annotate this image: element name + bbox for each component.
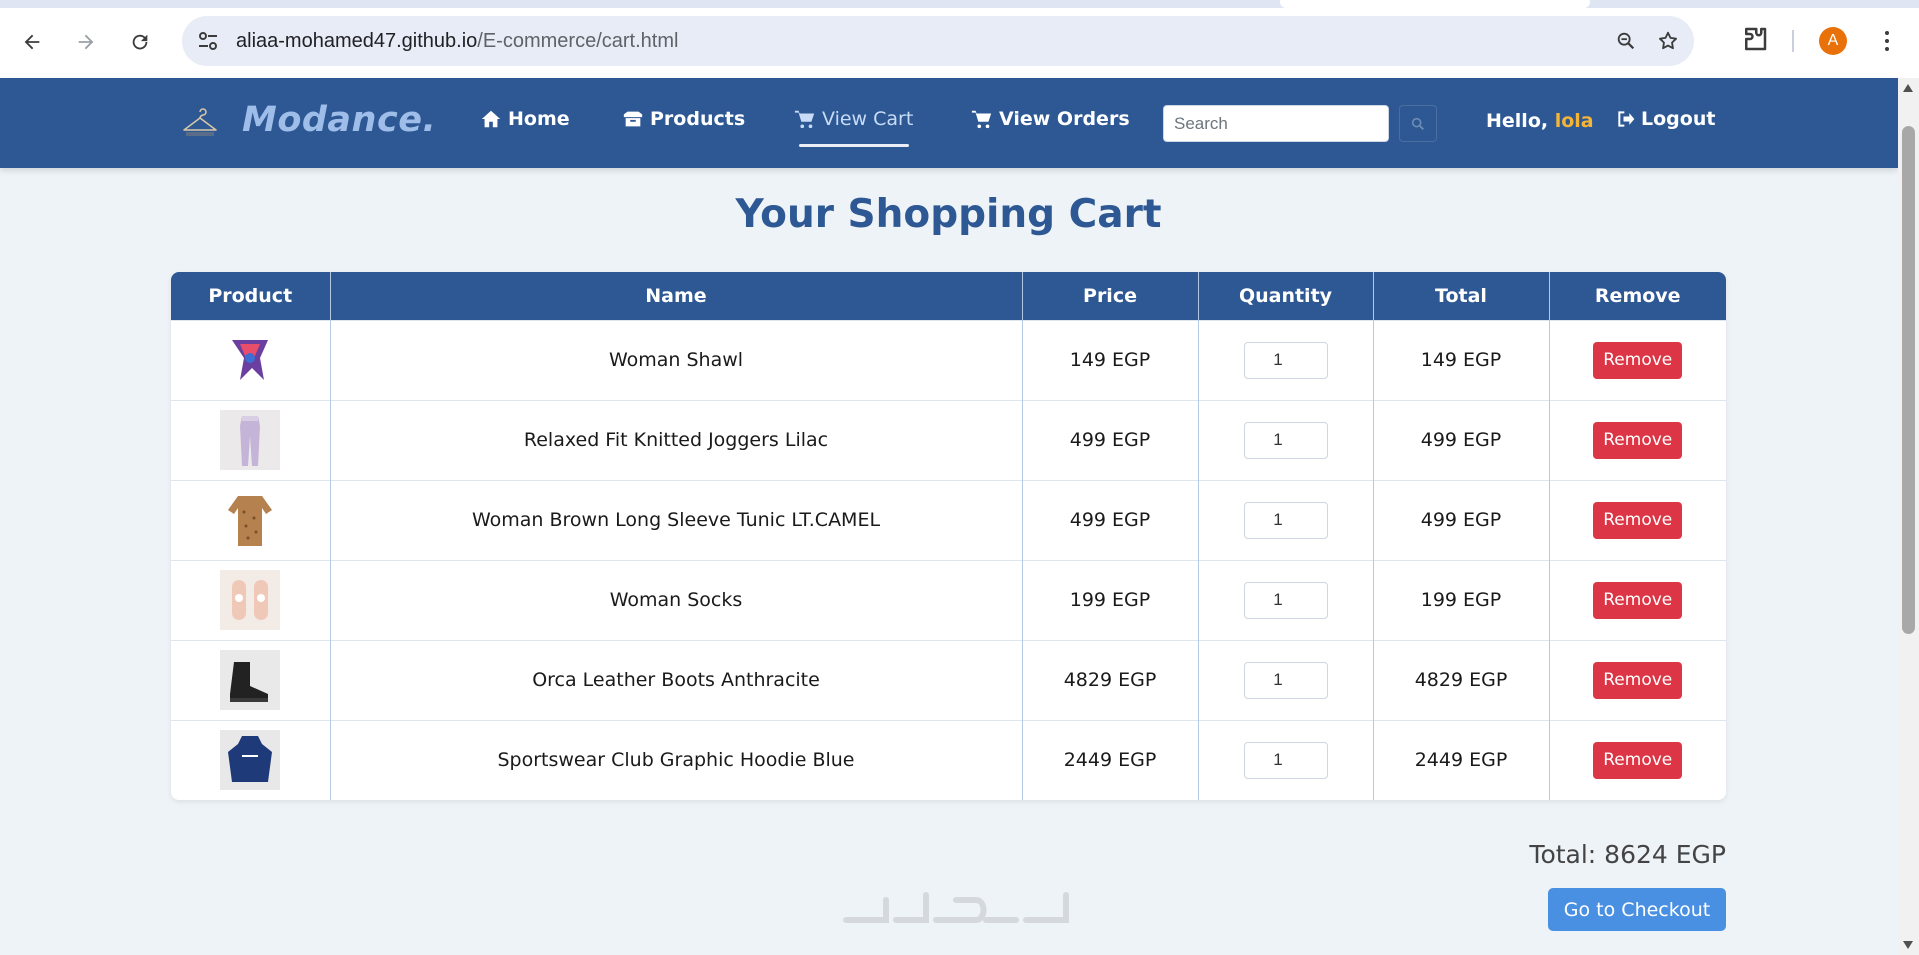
browser-menu-icon[interactable] [1872, 26, 1902, 56]
remove-button[interactable]: Remove [1593, 501, 1683, 539]
checkout-button[interactable]: Go to Checkout [1548, 888, 1726, 931]
quantity-input[interactable] [1243, 341, 1328, 379]
product-name: Woman Socks [330, 559, 1023, 640]
row-total: 199 EGP [1373, 559, 1550, 640]
sign-out-icon [1618, 111, 1635, 127]
product-image-boots [220, 650, 281, 710]
product-image-tunic [220, 490, 281, 550]
page-title: Your Shopping Cart [735, 192, 1162, 237]
forward-icon[interactable] [68, 24, 104, 60]
product-image-joggers [220, 410, 281, 470]
search-icon [1411, 117, 1424, 130]
column-header-name: Name [330, 272, 1023, 320]
quantity-input[interactable] [1243, 501, 1328, 539]
product-name: Orca Leather Boots Anthracite [330, 639, 1023, 720]
product-name: Woman Shawl [330, 319, 1023, 400]
cart-table: Product Name Price Quantity Total Remove… [171, 272, 1726, 800]
reload-icon[interactable] [122, 24, 158, 60]
bookmark-star-icon[interactable] [1654, 27, 1682, 55]
back-icon[interactable] [14, 24, 50, 60]
remove-button[interactable]: Remove [1593, 421, 1683, 459]
table-row: Sportswear Club Graphic Hoodie Blue 2449… [171, 719, 1726, 800]
home-icon [481, 110, 501, 128]
nav-products[interactable]: Products [622, 108, 745, 130]
table-row: Relaxed Fit Knitted Joggers Lilac 499 EG… [171, 399, 1726, 480]
remove-button[interactable]: Remove [1593, 581, 1683, 619]
address-bar[interactable]: aliaa-mohamed47.github.io/E-commerce/car… [182, 16, 1694, 66]
column-header-total: Total [1373, 272, 1550, 320]
hanger-logo-icon[interactable] [180, 106, 220, 140]
url-text[interactable]: aliaa-mohamed47.github.io/E-commerce/car… [236, 30, 678, 53]
quantity-input[interactable] [1243, 741, 1328, 779]
product-image-hoodie [220, 730, 281, 791]
product-name: Relaxed Fit Knitted Joggers Lilac [330, 399, 1023, 480]
profile-avatar[interactable]: A [1819, 27, 1847, 55]
row-total: 499 EGP [1373, 479, 1550, 560]
product-price: 2449 EGP [1022, 719, 1199, 800]
quantity-input[interactable] [1243, 661, 1328, 699]
active-nav-underline [799, 144, 909, 147]
product-name: Sportswear Club Graphic Hoodie Blue [330, 719, 1023, 800]
product-name: Woman Brown Long Sleeve Tunic LT.CAMEL [330, 479, 1023, 560]
nav-view-cart[interactable]: View Cart [794, 108, 913, 130]
watermark-logo [843, 892, 1069, 923]
product-price: 149 EGP [1022, 319, 1199, 400]
product-price: 4829 EGP [1022, 639, 1199, 720]
column-header-price: Price [1022, 272, 1199, 320]
row-total: 499 EGP [1373, 399, 1550, 480]
scrollbar-thumb[interactable] [1902, 126, 1915, 634]
nav-home[interactable]: Home [480, 108, 570, 130]
box-icon [623, 111, 643, 127]
table-row: Orca Leather Boots Anthracite 4829 EGP 4… [171, 639, 1726, 720]
product-image-socks [220, 570, 281, 630]
zoom-icon[interactable] [1612, 27, 1640, 55]
row-total: 4829 EGP [1373, 639, 1550, 720]
table-row: Woman Socks 199 EGP 199 EGP Remove [171, 559, 1726, 640]
page-scrollbar[interactable] [1898, 78, 1919, 955]
column-header-remove: Remove [1549, 272, 1726, 320]
table-row: Woman Shawl 149 EGP 149 EGP Remove [171, 319, 1726, 400]
quantity-input[interactable] [1243, 581, 1328, 619]
extensions-icon[interactable] [1740, 24, 1770, 54]
row-total: 2449 EGP [1373, 719, 1550, 800]
product-price: 199 EGP [1022, 559, 1199, 640]
scroll-up-arrow-icon[interactable] [1903, 84, 1913, 92]
remove-button[interactable]: Remove [1593, 661, 1683, 699]
row-total: 149 EGP [1373, 319, 1550, 400]
cart-icon [794, 110, 815, 129]
brand-logo[interactable]: Modance. [242, 100, 436, 140]
search-button[interactable] [1399, 105, 1437, 142]
scroll-down-arrow-icon[interactable] [1903, 941, 1913, 949]
product-price: 499 EGP [1022, 479, 1199, 560]
remove-button[interactable]: Remove [1593, 741, 1683, 779]
product-price: 499 EGP [1022, 399, 1199, 480]
cart-total: Total: 8624 EGP [1529, 840, 1726, 869]
site-settings-icon[interactable] [196, 29, 220, 53]
tab-strip [0, 0, 1919, 8]
table-row: Woman Brown Long Sleeve Tunic LT.CAMEL 4… [171, 479, 1726, 560]
search-input[interactable] [1163, 105, 1389, 142]
site-navbar: Modance. Home Products View Cart View Or… [0, 78, 1898, 168]
browser-toolbar: aliaa-mohamed47.github.io/E-commerce/car… [0, 0, 1919, 78]
column-header-product: Product [171, 272, 331, 320]
toolbar-divider [1792, 30, 1794, 52]
nav-view-orders[interactable]: View Orders [971, 108, 1130, 130]
column-header-quantity: Quantity [1198, 272, 1374, 320]
cart-icon [971, 110, 992, 129]
username: lola [1554, 110, 1594, 132]
quantity-input[interactable] [1243, 421, 1328, 459]
logout-button[interactable]: Logout [1616, 108, 1715, 130]
product-image-shawl [220, 330, 281, 390]
user-greeting: Hello, lola [1486, 110, 1594, 132]
table-header-row: Product Name Price Quantity Total Remove [171, 272, 1726, 320]
remove-button[interactable]: Remove [1593, 341, 1683, 379]
